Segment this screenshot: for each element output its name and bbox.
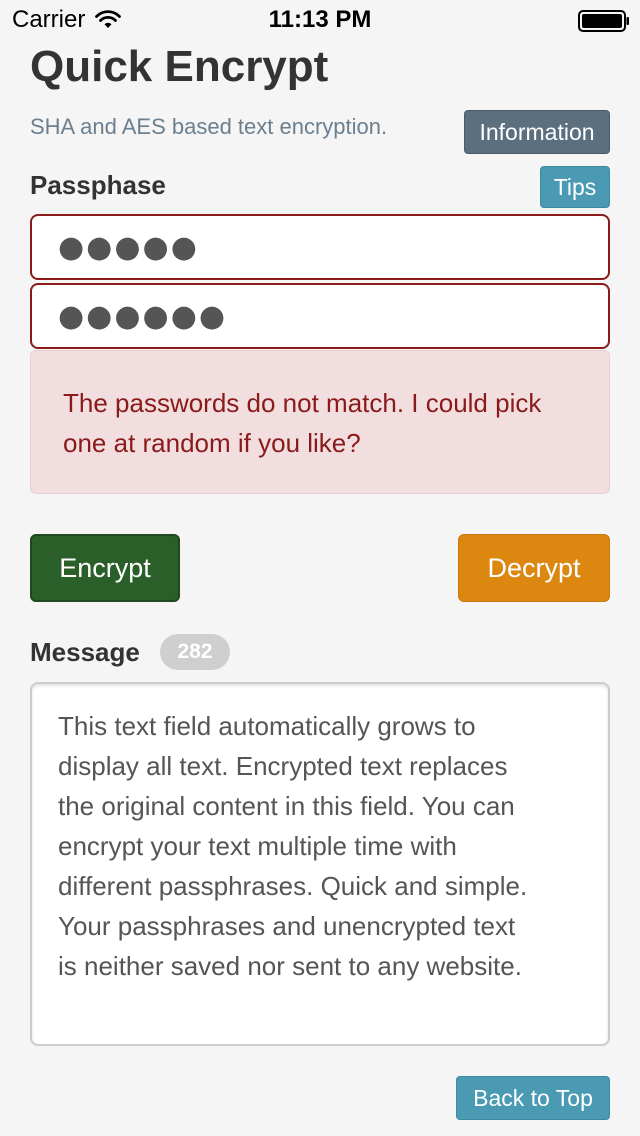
password-mismatch-alert: The passwords do not match. I could pick…: [30, 350, 610, 494]
battery-icon: [578, 10, 629, 32]
passphrase-field[interactable]: ●●●●●: [30, 214, 610, 280]
message-label: Message: [30, 637, 140, 667]
character-count-badge: 282: [160, 634, 230, 670]
information-button[interactable]: Information: [464, 110, 610, 154]
status-time: 11:13 PM: [268, 6, 372, 33]
status-bar: Carrier 11:13 PM: [0, 0, 640, 40]
back-to-top-button[interactable]: Back to Top: [456, 1076, 610, 1120]
passphrase-confirm-field[interactable]: ●●●●●●: [30, 283, 610, 349]
page-title: Quick Encrypt: [30, 42, 329, 91]
passphrase-label: Passphase: [30, 170, 166, 200]
tips-button[interactable]: Tips: [540, 166, 610, 208]
encrypt-button[interactable]: Encrypt: [30, 534, 180, 602]
page-subtitle: SHA and AES based text encryption.: [30, 114, 388, 139]
alert-text: The passwords do not match. I could pick…: [63, 388, 542, 458]
message-textarea[interactable]: This text field automatically grows to d…: [30, 682, 610, 1046]
decrypt-button[interactable]: Decrypt: [458, 534, 610, 602]
